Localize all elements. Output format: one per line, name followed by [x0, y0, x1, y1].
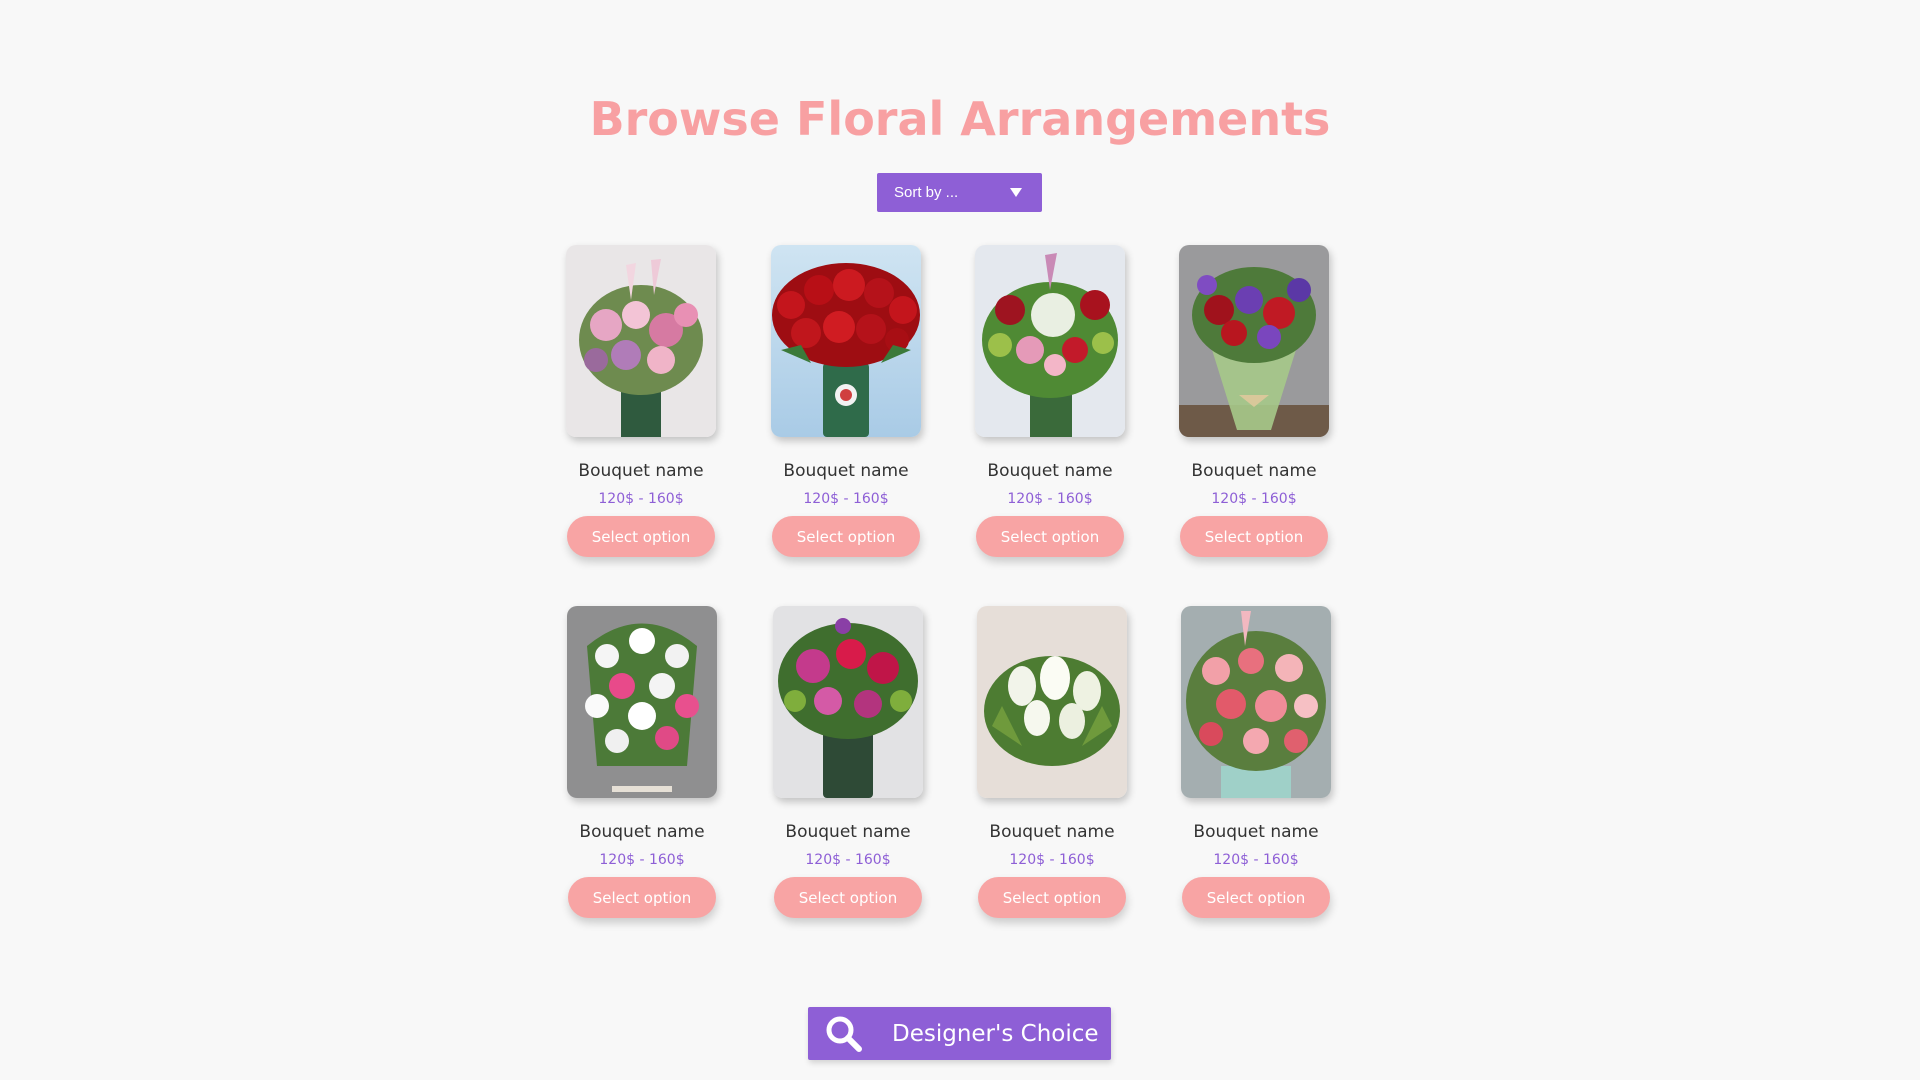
white-pink-basket-image: [567, 606, 717, 798]
select-option-button[interactable]: Select option: [774, 877, 922, 918]
product-card: Bouquet name 120$ - 160$ Select option: [771, 245, 921, 557]
select-option-button[interactable]: Select option: [976, 516, 1124, 557]
product-name[interactable]: Bouquet name: [977, 821, 1127, 843]
designers-choice-button[interactable]: Designer's Choice: [808, 1007, 1111, 1060]
product-card: Bouquet name 120$ - 160$ Select option: [566, 245, 716, 557]
product-card: Bouquet name 120$ - 160$ Select option: [1181, 606, 1331, 918]
product-price: 120$ - 160$: [1009, 852, 1095, 868]
product-card: Bouquet name 120$ - 160$ Select option: [567, 606, 717, 918]
product-card: Bouquet name 120$ - 160$ Select option: [975, 245, 1125, 557]
product-card: Bouquet name 120$ - 160$ Select option: [1179, 245, 1329, 557]
product-price: 120$ - 160$: [803, 491, 889, 507]
product-card: Bouquet name 120$ - 160$ Select option: [773, 606, 923, 918]
pink-lily-bouquet-image: [566, 245, 716, 437]
product-name[interactable]: Bouquet name: [773, 821, 923, 843]
select-option-button[interactable]: Select option: [1180, 516, 1328, 557]
search-icon: [826, 1016, 862, 1052]
page-title: Browse Floral Arrangements: [589, 92, 1331, 146]
caret-down-icon: [1010, 188, 1022, 197]
product-image[interactable]: [975, 245, 1125, 437]
select-option-button[interactable]: Select option: [978, 877, 1126, 918]
sort-dropdown[interactable]: Sort by ...: [877, 173, 1042, 212]
sort-label: Sort by ...: [894, 184, 959, 201]
product-image[interactable]: [1179, 245, 1329, 437]
product-name[interactable]: Bouquet name: [1179, 460, 1329, 482]
product-price: 120$ - 160$: [1211, 491, 1297, 507]
select-option-button[interactable]: Select option: [1182, 877, 1330, 918]
pink-garden-arrangement-image: [1181, 606, 1331, 798]
select-option-button[interactable]: Select option: [772, 516, 920, 557]
mixed-rose-hydrangea-image: [975, 245, 1125, 437]
white-tulip-bouquet-image: [977, 606, 1127, 798]
select-option-button[interactable]: Select option: [568, 877, 716, 918]
product-price: 120$ - 160$: [1007, 491, 1093, 507]
product-image[interactable]: [1181, 606, 1331, 798]
product-image[interactable]: [773, 606, 923, 798]
product-name[interactable]: Bouquet name: [771, 460, 921, 482]
product-name[interactable]: Bouquet name: [567, 821, 717, 843]
product-image[interactable]: [567, 606, 717, 798]
red-rose-vase-image: [771, 245, 921, 437]
wrapped-purple-red-bouquet-image: [1179, 245, 1329, 437]
product-image[interactable]: [771, 245, 921, 437]
product-price: 120$ - 160$: [598, 491, 684, 507]
magenta-mixed-vase-image: [773, 606, 923, 798]
product-name[interactable]: Bouquet name: [1181, 821, 1331, 843]
product-price: 120$ - 160$: [1213, 852, 1299, 868]
product-name[interactable]: Bouquet name: [975, 460, 1125, 482]
product-image[interactable]: [977, 606, 1127, 798]
product-price: 120$ - 160$: [805, 852, 891, 868]
select-option-button[interactable]: Select option: [567, 516, 715, 557]
product-card: Bouquet name 120$ - 160$ Select option: [977, 606, 1127, 918]
page: Browse Floral Arrangements Sort by ... B…: [0, 0, 1920, 1080]
designers-choice-label: Designer's Choice: [892, 1020, 1099, 1047]
product-name[interactable]: Bouquet name: [566, 460, 716, 482]
product-price: 120$ - 160$: [599, 852, 685, 868]
product-image[interactable]: [566, 245, 716, 437]
